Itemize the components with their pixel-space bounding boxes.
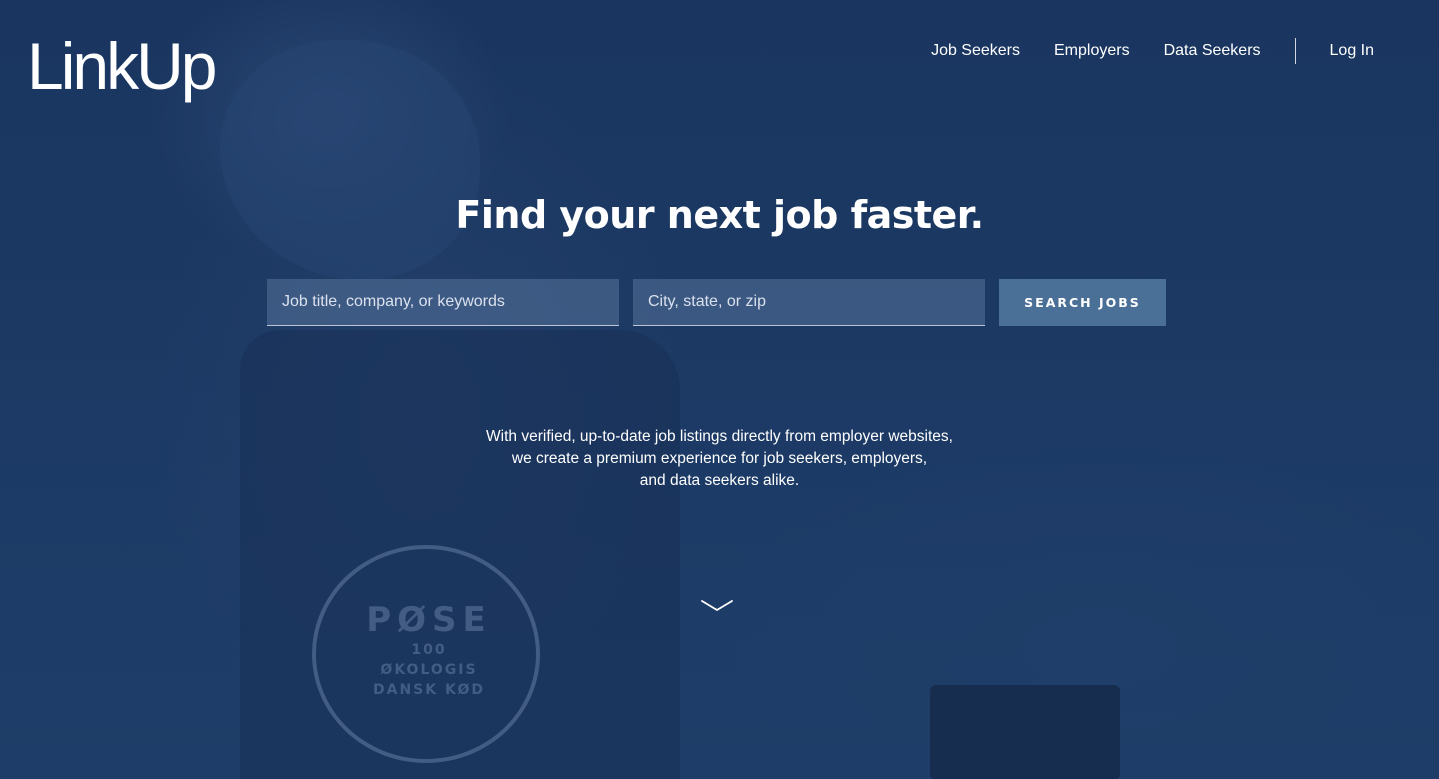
chevron-down-icon[interactable] (700, 596, 734, 616)
tagline-line-1: With verified, up-to-date job listings d… (486, 428, 953, 445)
search-jobs-button[interactable]: SEARCH JOBS (999, 279, 1166, 326)
tagline-line-2: we create a premium experience for job s… (511, 450, 928, 467)
keyword-field-wrapper (267, 279, 619, 326)
nav-log-in[interactable]: Log In (1330, 38, 1374, 64)
hero-background-image: PØSE 100 ØKOLOGIS DANSK KØD (0, 0, 1439, 779)
background-stamp-logo: PØSE 100 ØKOLOGIS DANSK KØD (344, 600, 514, 700)
linkup-logo[interactable]: LinkUp (27, 26, 217, 106)
nav-divider (1294, 38, 1296, 64)
site-header: LinkUp Job Seekers Employers Data Seeker… (0, 0, 1439, 110)
nav-job-seekers[interactable]: Job Seekers (931, 38, 1020, 64)
location-input[interactable] (633, 279, 985, 325)
stamp-line-1: PØSE (366, 600, 492, 640)
stamp-line-2: 100 (411, 642, 447, 658)
nav-employers[interactable]: Employers (1054, 38, 1130, 64)
main-nav: Job Seekers Employers Data Seekers Log I… (931, 38, 1374, 64)
hero-tagline: With verified, up-to-date job listings d… (0, 426, 1439, 492)
nav-data-seekers[interactable]: Data Seekers (1164, 38, 1261, 64)
stamp-line-3: ØKOLOGIS (380, 662, 478, 678)
hero-headline: Find your next job faster. (455, 193, 984, 237)
location-field-wrapper (633, 279, 985, 326)
stamp-line-4: DANSK KØD (373, 682, 485, 698)
keyword-input[interactable] (267, 279, 619, 325)
tagline-line-3: and data seekers alike. (639, 472, 800, 489)
background-device (930, 685, 1120, 779)
